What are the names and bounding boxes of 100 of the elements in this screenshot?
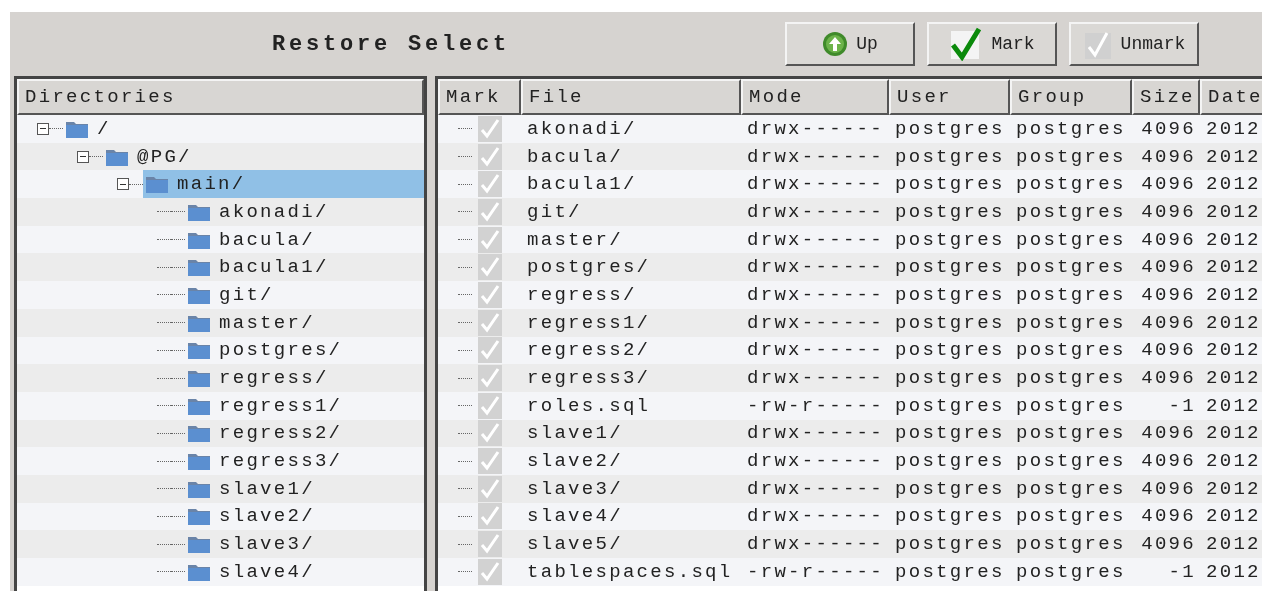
date-cell-text: 2012 xyxy=(1205,533,1262,556)
group-cell-text: postgres xyxy=(1015,311,1127,334)
user-cell-text: postgres xyxy=(894,256,1006,279)
group-cell-text: postgres xyxy=(1015,422,1127,445)
file-name: bacula1/ xyxy=(526,173,638,196)
file-name: regress/ xyxy=(526,283,638,306)
size-cell-text: 4096 xyxy=(1140,311,1197,334)
user-cell-text: postgres xyxy=(894,533,1006,556)
check-icon xyxy=(949,27,984,61)
check-icon[interactable] xyxy=(478,503,502,530)
date-cell-text: 2012 xyxy=(1205,256,1262,279)
group-cell-text: postgres xyxy=(1015,117,1127,140)
mode-cell-text: drwx------ xyxy=(746,117,886,140)
check-icon[interactable] xyxy=(478,365,502,392)
folder-icon xyxy=(187,506,211,527)
check-icon[interactable] xyxy=(478,226,502,253)
group-cell-text: postgres xyxy=(1015,283,1127,306)
column-header[interactable]: Mode xyxy=(741,79,889,115)
file-name: regress2/ xyxy=(526,339,652,362)
group-cell-text: postgres xyxy=(1015,145,1127,168)
collapse-icon[interactable] xyxy=(117,178,129,191)
user-cell-text: postgres xyxy=(894,173,1006,196)
folder-icon xyxy=(187,257,211,278)
check-icon[interactable] xyxy=(478,281,502,308)
mode-cell-text: drwx------ xyxy=(746,505,886,528)
group-cell-text: postgres xyxy=(1015,477,1127,500)
date-cell-text: 2012 xyxy=(1205,422,1262,445)
size-cell-text: 4096 xyxy=(1140,145,1197,168)
collapse-icon[interactable] xyxy=(77,150,89,163)
file-name: regress1/ xyxy=(526,311,652,334)
mode-cell-text: drwx------ xyxy=(746,367,886,390)
group-cell-text: postgres xyxy=(1015,173,1127,196)
file-name: regress3/ xyxy=(526,367,652,390)
unmark-button[interactable]: Unmark xyxy=(1069,22,1199,66)
size-cell-text: 4096 xyxy=(1140,477,1197,500)
user-cell-text: postgres xyxy=(894,394,1006,417)
column-header[interactable]: File xyxy=(521,79,741,115)
check-icon[interactable] xyxy=(478,198,502,225)
mode-cell-text: drwx------ xyxy=(746,422,886,445)
user-cell-text: postgres xyxy=(894,283,1006,306)
mode-cell-text: -rw-r----- xyxy=(746,394,886,417)
column-header[interactable]: Size xyxy=(1132,79,1200,115)
file-name: slave4/ xyxy=(526,505,624,528)
size-cell-text: -1 xyxy=(1167,394,1197,417)
group-cell-text: postgres xyxy=(1015,200,1127,223)
file-name: master/ xyxy=(526,228,624,251)
check-icon[interactable] xyxy=(478,448,502,475)
column-header[interactable]: Group xyxy=(1010,79,1132,115)
date-cell-text: 2012 xyxy=(1205,283,1262,306)
folder-icon xyxy=(187,340,211,361)
column-header[interactable]: Mark xyxy=(438,79,521,115)
size-cell-text: 4096 xyxy=(1140,367,1197,390)
file-name: slave1/ xyxy=(526,422,624,445)
check-icon[interactable] xyxy=(478,531,502,558)
check-icon[interactable] xyxy=(478,558,502,585)
file-name: slave3/ xyxy=(526,477,624,500)
group-cell-text: postgres xyxy=(1015,228,1127,251)
mode-cell-text: drwx------ xyxy=(746,283,886,306)
user-cell-text: postgres xyxy=(894,560,1006,583)
check-icon[interactable] xyxy=(478,115,502,142)
group-cell-text: postgres xyxy=(1015,560,1127,583)
collapse-icon[interactable] xyxy=(37,122,49,135)
mode-cell-text: drwx------ xyxy=(746,533,886,556)
date-cell-text: 2012 xyxy=(1205,367,1262,390)
size-cell-text: 4096 xyxy=(1140,283,1197,306)
column-header[interactable]: Directories xyxy=(17,79,424,115)
size-cell-text: -1 xyxy=(1167,560,1197,583)
window-title: Restore Select xyxy=(272,31,512,57)
size-cell-text: 4096 xyxy=(1140,422,1197,445)
user-cell-text: postgres xyxy=(894,200,1006,223)
check-icon[interactable] xyxy=(478,337,502,364)
size-cell-text: 4096 xyxy=(1140,200,1197,223)
folder-icon xyxy=(187,368,211,389)
file-name: roles.sql xyxy=(526,394,652,417)
column-header[interactable]: User xyxy=(889,79,1010,115)
check-icon[interactable] xyxy=(478,392,502,419)
mark-button[interactable]: Mark xyxy=(927,22,1057,66)
date-cell-text: 2012 xyxy=(1205,200,1262,223)
check-icon[interactable] xyxy=(478,309,502,336)
user-cell-text: postgres xyxy=(894,450,1006,473)
check-icon[interactable] xyxy=(478,420,502,447)
check-icon[interactable] xyxy=(478,143,502,170)
group-cell-text: postgres xyxy=(1015,450,1127,473)
mode-cell-text: drwx------ xyxy=(746,450,886,473)
folder-icon xyxy=(187,451,211,472)
group-cell-text: postgres xyxy=(1015,339,1127,362)
group-cell-text: postgres xyxy=(1015,256,1127,279)
mode-cell-text: drwx------ xyxy=(746,173,886,196)
check-icon[interactable] xyxy=(478,254,502,281)
tree-item[interactable]: main/ xyxy=(143,170,424,199)
check-icon[interactable] xyxy=(478,475,502,502)
date-cell-text: 2012 xyxy=(1205,117,1262,140)
column-header[interactable]: Date xyxy=(1200,79,1262,115)
file-name: akonadi/ xyxy=(526,117,638,140)
check-icon[interactable] xyxy=(478,171,502,198)
user-cell-text: postgres xyxy=(894,505,1006,528)
mode-cell-text: drwx------ xyxy=(746,228,886,251)
mode-cell-text: drwx------ xyxy=(746,145,886,168)
date-cell-text: 2012 xyxy=(1205,311,1262,334)
up-button[interactable]: Up xyxy=(785,22,915,66)
